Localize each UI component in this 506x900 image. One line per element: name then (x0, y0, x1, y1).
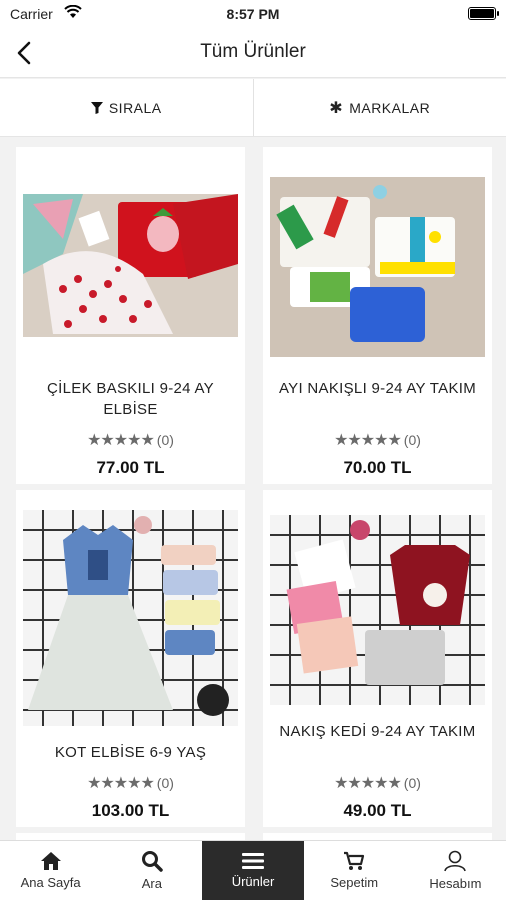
product-image (270, 515, 485, 705)
tab-bar: Ana Sayfa Ara Ürünler Sepetim Hesabım (0, 840, 506, 900)
tab-products[interactable]: Ürünler (202, 841, 304, 900)
tab-account[interactable]: Hesabım (405, 841, 506, 900)
rating-count: (0) (156, 432, 174, 448)
menu-icon (242, 853, 264, 869)
search-icon (141, 851, 163, 872)
sort-button[interactable]: SIRALA (0, 79, 253, 136)
rating-stars: ★★★★★ (334, 775, 402, 792)
home-icon (40, 852, 61, 870)
product-card[interactable]: KOT ELBİSE 6-9 YAŞ ★★★★★ (0) 103.00 TL (16, 490, 245, 827)
product-name: KOT ELBİSE 6-9 YAŞ (54, 744, 207, 761)
product-price: 70.00 TL (343, 458, 412, 477)
product-card[interactable]: AYI NAKIŞLI 9-24 AY TAKIM ★★★★★ (0) 70.0… (263, 147, 492, 484)
rating-stars: ★★★★★ (87, 775, 155, 792)
product-price: 49.00 TL (343, 801, 412, 820)
battery-icon (468, 7, 499, 20)
product-card[interactable]: NAKIŞ KEDİ 9-24 AY TAKIM ★★★★★ (0) 49.00… (263, 490, 492, 827)
status-bar: Carrier 8:57 PM (0, 0, 506, 28)
tab-label: Sepetim (330, 875, 379, 890)
product-rating: ★★★★★ (0) (263, 430, 492, 450)
product-name: ÇİLEK BASKILI 9-24 AY ELBİSE (47, 380, 214, 418)
clock: 8:57 PM (226, 6, 280, 22)
product-image (270, 177, 485, 357)
product-price: 103.00 TL (91, 801, 170, 820)
product-rating: ★★★★★ (0) (16, 430, 245, 450)
tab-cart[interactable]: Sepetim (304, 841, 405, 900)
asterisk-icon: ✱ (329, 99, 344, 117)
brands-label: MARKALAR (349, 99, 431, 116)
tab-home[interactable]: Ana Sayfa (0, 841, 101, 900)
navigation-bar: Tüm Ürünler (0, 28, 506, 78)
product-rating: ★★★★★ (0) (263, 773, 492, 793)
tab-label: Hesabım (429, 876, 482, 891)
sort-label: SIRALA (108, 99, 162, 116)
page-title: Tüm Ürünler (200, 41, 306, 62)
product-grid: ÇİLEK BASKILI 9-24 AY ELBİSE ★★★★★ (0) 7… (0, 137, 506, 841)
product-card[interactable]: ÇİLEK BASKILI 9-24 AY ELBİSE ★★★★★ (0) 7… (16, 147, 245, 484)
rating-count: (0) (403, 775, 421, 791)
product-image (23, 510, 238, 726)
product-name: NAKIŞ KEDİ 9-24 AY TAKIM (279, 723, 476, 740)
product-rating: ★★★★★ (0) (16, 773, 245, 793)
product-image (23, 194, 238, 337)
rating-count: (0) (403, 432, 421, 448)
tab-label: Ara (141, 876, 162, 891)
rating-count: (0) (156, 775, 174, 791)
brands-button[interactable]: ✱ MARKALAR (254, 79, 506, 136)
tab-search[interactable]: Ara (101, 841, 202, 900)
product-price: 77.00 TL (96, 458, 165, 477)
filter-bar: SIRALA ✱ MARKALAR (0, 79, 506, 137)
product-name: AYI NAKIŞLI 9-24 AY TAKIM (278, 380, 477, 397)
rating-stars: ★★★★★ (334, 432, 402, 449)
tab-label: Ürünler (231, 874, 275, 889)
filter-icon (90, 101, 103, 114)
tab-label: Ana Sayfa (20, 875, 81, 890)
cart-icon (344, 851, 365, 870)
user-icon (444, 850, 467, 872)
rating-stars: ★★★★★ (87, 432, 155, 449)
